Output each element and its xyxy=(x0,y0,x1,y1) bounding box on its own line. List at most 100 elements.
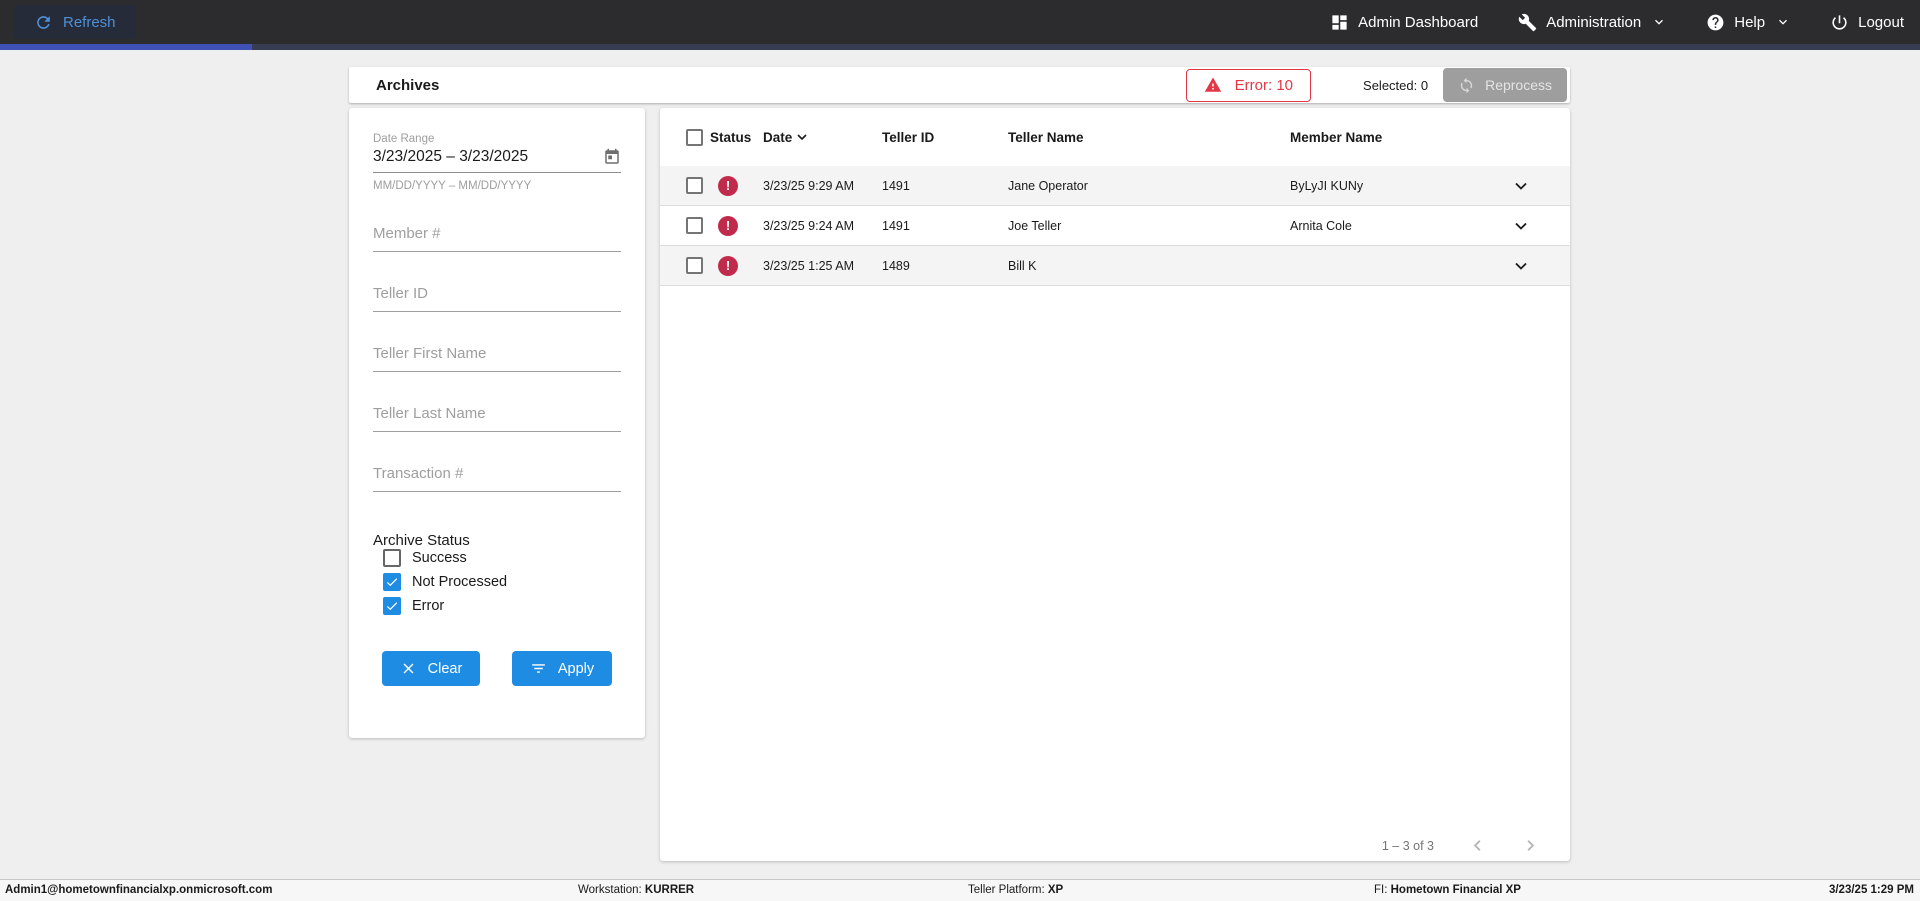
active-tab-indicator xyxy=(0,44,252,50)
teller-first-name-input[interactable] xyxy=(373,345,621,372)
wrench-icon xyxy=(1518,13,1537,31)
cell-date: 3/23/25 1:25 AM xyxy=(763,258,855,273)
checkbox-unchecked-icon xyxy=(383,549,401,567)
chevron-down-icon xyxy=(1779,19,1788,25)
nav-admin-dashboard[interactable]: Admin Dashboard xyxy=(1330,13,1478,32)
archives-table: Status Date Teller ID Teller Name Member… xyxy=(660,108,1570,861)
column-header-member-name: Member Name xyxy=(1290,129,1383,145)
help-icon xyxy=(1707,14,1724,30)
cell-date: 3/23/25 9:29 AM xyxy=(763,178,855,193)
archives-header: Archives Error: 10 Selected: 0 Reprocess xyxy=(349,67,1570,103)
checkbox-success[interactable]: Success xyxy=(383,549,621,567)
error-count-label: Error: 10 xyxy=(1234,76,1294,94)
error-count-badge[interactable]: Error: 10 xyxy=(1185,68,1312,102)
table-row[interactable]: ! 3/23/25 9:29 AM 1491 Jane Operator ByL… xyxy=(660,166,1570,206)
nav-label: Logout xyxy=(1858,13,1904,31)
archive-status-label: Archive Status xyxy=(373,532,470,549)
transaction-number-input[interactable] xyxy=(373,465,621,492)
date-range-field[interactable] xyxy=(373,148,621,173)
cell-member-name: ByLyJI KUNy xyxy=(1290,178,1364,193)
top-bar: Refresh Admin Dashboard Administration H… xyxy=(0,0,1920,44)
reprocess-icon xyxy=(1460,77,1473,93)
cell-teller-id: 1491 xyxy=(882,218,910,233)
table-row[interactable]: ! 3/23/25 9:24 AM 1491 Joe Teller Arnita… xyxy=(660,206,1570,246)
nav-label: Help xyxy=(1734,13,1766,31)
warning-icon xyxy=(1204,77,1221,92)
teller-last-name-input[interactable] xyxy=(373,405,621,432)
table-header-row: Status Date Teller ID Teller Name Member… xyxy=(660,108,1570,166)
pagination-range: 1 – 3 of 3 xyxy=(1381,838,1434,853)
teller-platform-info: Teller Platform: XP xyxy=(968,884,1064,896)
cell-teller-id: 1491 xyxy=(882,178,910,193)
date-range-input[interactable] xyxy=(373,148,603,166)
column-header-status: Status xyxy=(710,129,752,145)
sort-desc-icon xyxy=(797,134,807,141)
nav-help[interactable]: Help xyxy=(1706,13,1790,32)
check-icon xyxy=(386,602,398,611)
cell-teller-id: 1489 xyxy=(882,258,910,273)
column-header-date[interactable]: Date xyxy=(763,129,882,145)
checkbox-error[interactable]: Error xyxy=(383,597,621,615)
power-icon xyxy=(1832,14,1847,30)
filter-icon xyxy=(531,664,545,673)
checkbox-checked-icon xyxy=(383,573,401,591)
expand-row-icon[interactable] xyxy=(1511,256,1531,276)
select-all-checkbox[interactable] xyxy=(686,128,703,146)
status-bar: Admin1@hometownfinancialxp.onmicrosoft.c… xyxy=(0,879,1920,901)
pagination: 1 – 3 of 3 xyxy=(1382,836,1540,855)
cell-member-name: Arnita Cole xyxy=(1290,218,1352,233)
reprocess-label: Reprocess xyxy=(1485,77,1552,93)
filter-panel: Date Range MM/DD/YYYY – MM/DD/YYYY Archi… xyxy=(349,108,645,738)
filter-buttons: Clear Apply xyxy=(382,651,621,686)
reprocess-button[interactable]: Reprocess xyxy=(1443,68,1567,102)
row-checkbox[interactable] xyxy=(686,177,703,194)
refresh-label: Refresh xyxy=(63,13,116,31)
teller-id-input[interactable] xyxy=(373,285,621,312)
member-number-input[interactable] xyxy=(373,225,621,252)
checkbox-label: Success xyxy=(412,550,467,566)
error-status-icon: ! xyxy=(718,175,738,196)
nav-administration[interactable]: Administration xyxy=(1518,13,1666,32)
page-title: Archives xyxy=(376,76,440,94)
error-status-icon: ! xyxy=(718,215,738,236)
row-checkbox[interactable] xyxy=(686,217,703,234)
cell-date: 3/23/25 9:24 AM xyxy=(763,218,855,233)
clear-label: Clear xyxy=(427,660,463,677)
checkbox-not-processed[interactable]: Not Processed xyxy=(383,573,621,591)
selected-count: Selected: 0 xyxy=(1363,77,1429,93)
tab-indicator-strip xyxy=(0,44,1920,50)
financial-institution-info: FI: Hometown Financial XP xyxy=(1374,884,1521,896)
nav-label: Admin Dashboard xyxy=(1358,13,1479,31)
apply-label: Apply xyxy=(557,660,595,677)
error-status-icon: ! xyxy=(718,255,738,276)
workstation-info: Workstation: KURRER xyxy=(578,884,695,896)
cell-teller-name: Bill K xyxy=(1008,258,1037,273)
chevron-down-icon xyxy=(1655,19,1664,25)
page-next-icon[interactable] xyxy=(1521,836,1540,855)
clear-button[interactable]: Clear xyxy=(382,651,480,686)
expand-row-icon[interactable] xyxy=(1511,176,1531,196)
cell-teller-name: Jane Operator xyxy=(1008,178,1088,193)
column-header-teller-name: Teller Name xyxy=(1008,129,1084,145)
page-previous-icon[interactable] xyxy=(1468,836,1487,855)
row-checkbox[interactable] xyxy=(686,257,703,274)
current-datetime: 3/23/25 1:29 PM xyxy=(1828,884,1914,896)
top-nav: Admin Dashboard Administration Help Logo… xyxy=(1330,13,1904,32)
apply-button[interactable]: Apply xyxy=(512,651,612,686)
checkbox-label: Not Processed xyxy=(412,574,508,590)
checkbox-checked-icon xyxy=(383,597,401,615)
checkbox-label: Error xyxy=(412,598,445,614)
calendar-icon[interactable] xyxy=(603,148,621,166)
close-icon xyxy=(403,663,414,674)
table-row[interactable]: ! 3/23/25 1:25 AM 1489 Bill K xyxy=(660,246,1570,286)
header-actions: Error: 10 Selected: 0 Reprocess xyxy=(1185,68,1567,102)
cell-teller-name: Joe Teller xyxy=(1008,218,1062,233)
date-format-hint: MM/DD/YYYY – MM/DD/YYYY xyxy=(373,180,532,192)
dashboard-icon xyxy=(1332,14,1347,30)
refresh-icon xyxy=(37,15,50,29)
column-header-teller-id: Teller ID xyxy=(882,129,935,145)
nav-logout[interactable]: Logout xyxy=(1830,13,1904,32)
date-range-label: Date Range xyxy=(373,133,435,145)
expand-row-icon[interactable] xyxy=(1511,216,1531,236)
refresh-button[interactable]: Refresh xyxy=(14,5,136,39)
